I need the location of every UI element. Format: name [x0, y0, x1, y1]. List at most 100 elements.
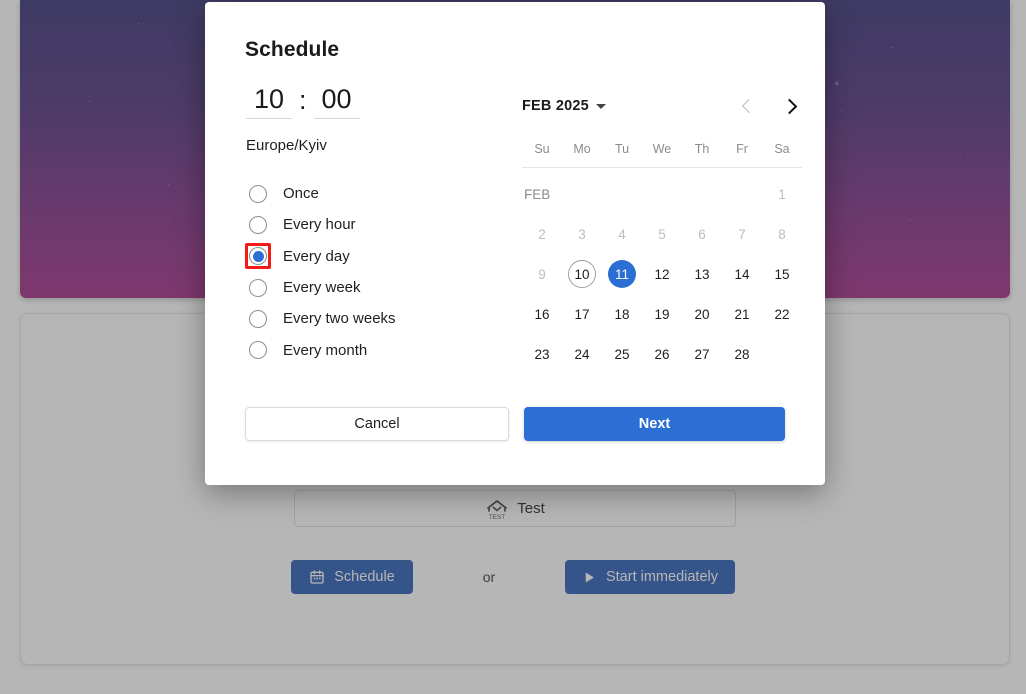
calendar-day-19[interactable]: 19: [642, 294, 682, 334]
calendar-day-label: 8: [778, 226, 786, 242]
cancel-button[interactable]: Cancel: [245, 407, 509, 441]
frequency-option-every-month[interactable]: Every month: [245, 334, 396, 365]
calendar-day-21[interactable]: 21: [722, 294, 762, 334]
calendar-day-4: 4: [602, 214, 642, 254]
next-button[interactable]: Next: [524, 407, 785, 441]
weekday-th: Th: [694, 142, 710, 156]
frequency-option-once-label: Once: [283, 185, 319, 203]
calendar-day-15[interactable]: 15: [762, 254, 802, 294]
calendar-day-8: 8: [762, 214, 802, 254]
radio-every-two-weeks[interactable]: [249, 309, 267, 328]
time-separator: :: [299, 85, 307, 115]
calendar-day-2: 2: [522, 214, 562, 254]
calendar-day-13[interactable]: 13: [682, 254, 722, 294]
month-year-dropdown[interactable]: FEB 2025: [522, 98, 606, 114]
calendar-day-label: 26: [654, 346, 670, 362]
calendar-day-label: 1: [778, 186, 786, 202]
frequency-option-every-week[interactable]: Every week: [245, 272, 396, 303]
calendar-empty-cell: [602, 174, 642, 214]
frequency-option-every-month-label: Every month: [283, 341, 368, 359]
calendar: FEB 2025 Su Mo Tu We Th Fr Sa FEB 1 2 3 4 5 6 7…: [522, 86, 802, 374]
calendar-day-label: 2: [538, 226, 546, 242]
radio-wrap-every-two-weeks: [245, 306, 271, 332]
calendar-header: FEB 2025: [522, 86, 802, 126]
frequency-radio-group: Once Every hour Every day Every week Eve: [245, 178, 396, 366]
calendar-day-label: 3: [578, 226, 586, 242]
radio-every-month[interactable]: [249, 341, 267, 360]
frequency-option-every-hour[interactable]: Every hour: [245, 209, 396, 240]
calendar-day-label: 28: [734, 346, 750, 362]
calendar-day-label: 15: [774, 266, 790, 282]
calendar-day-label: 27: [694, 346, 710, 362]
chevron-right-icon: [781, 98, 797, 114]
calendar-day-label: 4: [618, 226, 626, 242]
calendar-day-20[interactable]: 20: [682, 294, 722, 334]
calendar-day-24[interactable]: 24: [562, 334, 602, 374]
calendar-day-26[interactable]: 26: [642, 334, 682, 374]
calendar-day-12[interactable]: 12: [642, 254, 682, 294]
calendar-day-label: 16: [534, 306, 550, 322]
calendar-day-6: 6: [682, 214, 722, 254]
time-picker: 10 : 00: [246, 86, 360, 119]
calendar-day-label: 6: [698, 226, 706, 242]
calendar-day-25[interactable]: 25: [602, 334, 642, 374]
radio-highlight-box: [245, 243, 271, 270]
calendar-day-1: 1: [762, 174, 802, 214]
calendar-day-label: 10: [568, 260, 596, 288]
calendar-day-label: 13: [694, 266, 710, 282]
calendar-day-label: 12: [654, 266, 670, 282]
frequency-option-every-two-weeks[interactable]: Every two weeks: [245, 303, 396, 334]
radio-every-week[interactable]: [249, 278, 267, 297]
calendar-day-28[interactable]: 28: [722, 334, 762, 374]
calendar-day-label: 25: [614, 346, 630, 362]
radio-wrap-every-week: [245, 275, 271, 301]
calendar-day-27[interactable]: 27: [682, 334, 722, 374]
calendar-day-7: 7: [722, 214, 762, 254]
calendar-day-label: 23: [534, 346, 550, 362]
calendar-day-label: 5: [658, 226, 666, 242]
hours-input[interactable]: 10: [246, 86, 292, 119]
calendar-day-11[interactable]: 11: [602, 254, 642, 294]
calendar-month-marker: FEB: [524, 186, 551, 202]
calendar-day-label: 11: [608, 260, 636, 288]
weekday-sa: Sa: [774, 142, 790, 156]
weekday-mo: Mo: [573, 142, 591, 156]
calendar-day-14[interactable]: 14: [722, 254, 762, 294]
schedule-dialog: Schedule 10 : 00 Europe/Kyiv Once Every …: [205, 2, 825, 485]
frequency-option-once[interactable]: Once: [245, 178, 396, 209]
calendar-empty-cell: [562, 174, 602, 214]
calendar-day-9: 9: [522, 254, 562, 294]
radio-wrap-every-hour: [245, 212, 271, 238]
calendar-day-label: 18: [614, 306, 630, 322]
minutes-input[interactable]: 00: [313, 86, 360, 119]
radio-once[interactable]: [249, 184, 267, 203]
calendar-day-label: 19: [654, 306, 670, 322]
calendar-day-3: 3: [562, 214, 602, 254]
radio-every-hour[interactable]: [249, 215, 267, 234]
weekday-su: Su: [534, 142, 550, 156]
calendar-day-23[interactable]: 23: [522, 334, 562, 374]
weekday-fr: Fr: [736, 142, 748, 156]
calendar-day-22[interactable]: 22: [762, 294, 802, 334]
calendar-day-label: 21: [734, 306, 750, 322]
calendar-day-label: 17: [574, 306, 590, 322]
weekday-tu: Tu: [614, 142, 630, 156]
next-month-button[interactable]: [776, 93, 802, 119]
prev-month-button[interactable]: [736, 93, 762, 119]
calendar-day-5: 5: [642, 214, 682, 254]
calendar-day-label: 9: [538, 266, 546, 282]
calendar-day-10[interactable]: 10: [562, 254, 602, 294]
radio-every-day[interactable]: [249, 247, 267, 266]
calendar-day-label: 22: [774, 306, 790, 322]
calendar-empty-cell: [682, 174, 722, 214]
calendar-empty-cell: [642, 174, 682, 214]
timezone-label: Europe/Kyiv: [246, 137, 327, 154]
calendar-day-18[interactable]: 18: [602, 294, 642, 334]
weekday-we: We: [652, 142, 672, 156]
calendar-day-label: 20: [694, 306, 710, 322]
calendar-day-16[interactable]: 16: [522, 294, 562, 334]
dialog-footer: Cancel Next: [245, 407, 785, 441]
frequency-option-every-day[interactable]: Every day: [245, 241, 396, 272]
calendar-day-17[interactable]: 17: [562, 294, 602, 334]
frequency-option-every-week-label: Every week: [283, 279, 361, 297]
